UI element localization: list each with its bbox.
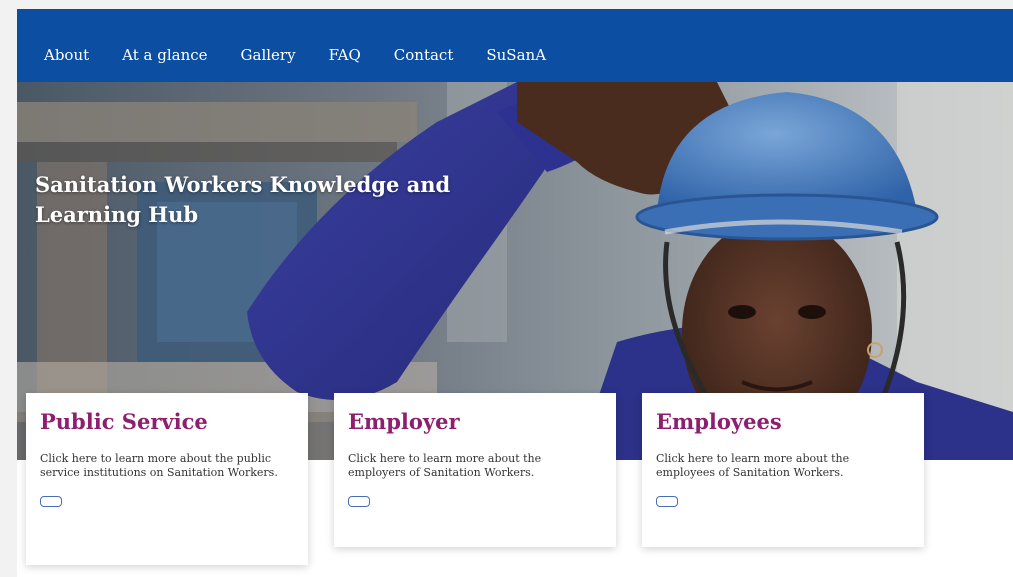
card-more-button[interactable] — [656, 496, 678, 507]
card-description: Click here to learn more about the publi… — [40, 452, 278, 479]
card-title[interactable]: Employer — [348, 409, 602, 435]
nav-item-contact[interactable]: Contact — [394, 46, 454, 64]
card-title[interactable]: Employees — [656, 409, 910, 435]
card-employer[interactable]: Employer Click here to learn more about … — [334, 393, 616, 547]
card-title[interactable]: Public Service — [40, 409, 294, 435]
nav-item-susana[interactable]: SuSanA — [486, 46, 546, 64]
card-public-service[interactable]: Public Service Click here to learn more … — [26, 393, 308, 565]
card-description: Click here to learn more about the emplo… — [656, 452, 850, 479]
card-more-button[interactable] — [348, 496, 370, 507]
nav-menu: About At a glance Gallery FAQ Contact Su… — [44, 46, 579, 64]
hero-title: Sanitation Workers Knowledge and Learnin… — [35, 172, 451, 227]
nav-item-at-a-glance[interactable]: At a glance — [122, 46, 207, 64]
card-employees[interactable]: Employees Click here to learn more about… — [642, 393, 924, 547]
top-navbar: About At a glance Gallery FAQ Contact Su… — [17, 9, 1013, 82]
card-more-button[interactable] — [40, 496, 62, 507]
nav-item-gallery[interactable]: Gallery — [241, 46, 296, 64]
card-description: Click here to learn more about the emplo… — [348, 452, 542, 479]
nav-item-faq[interactable]: FAQ — [329, 46, 361, 64]
nav-item-about[interactable]: About — [44, 46, 89, 64]
page: About At a glance Gallery FAQ Contact Su… — [17, 9, 1013, 577]
